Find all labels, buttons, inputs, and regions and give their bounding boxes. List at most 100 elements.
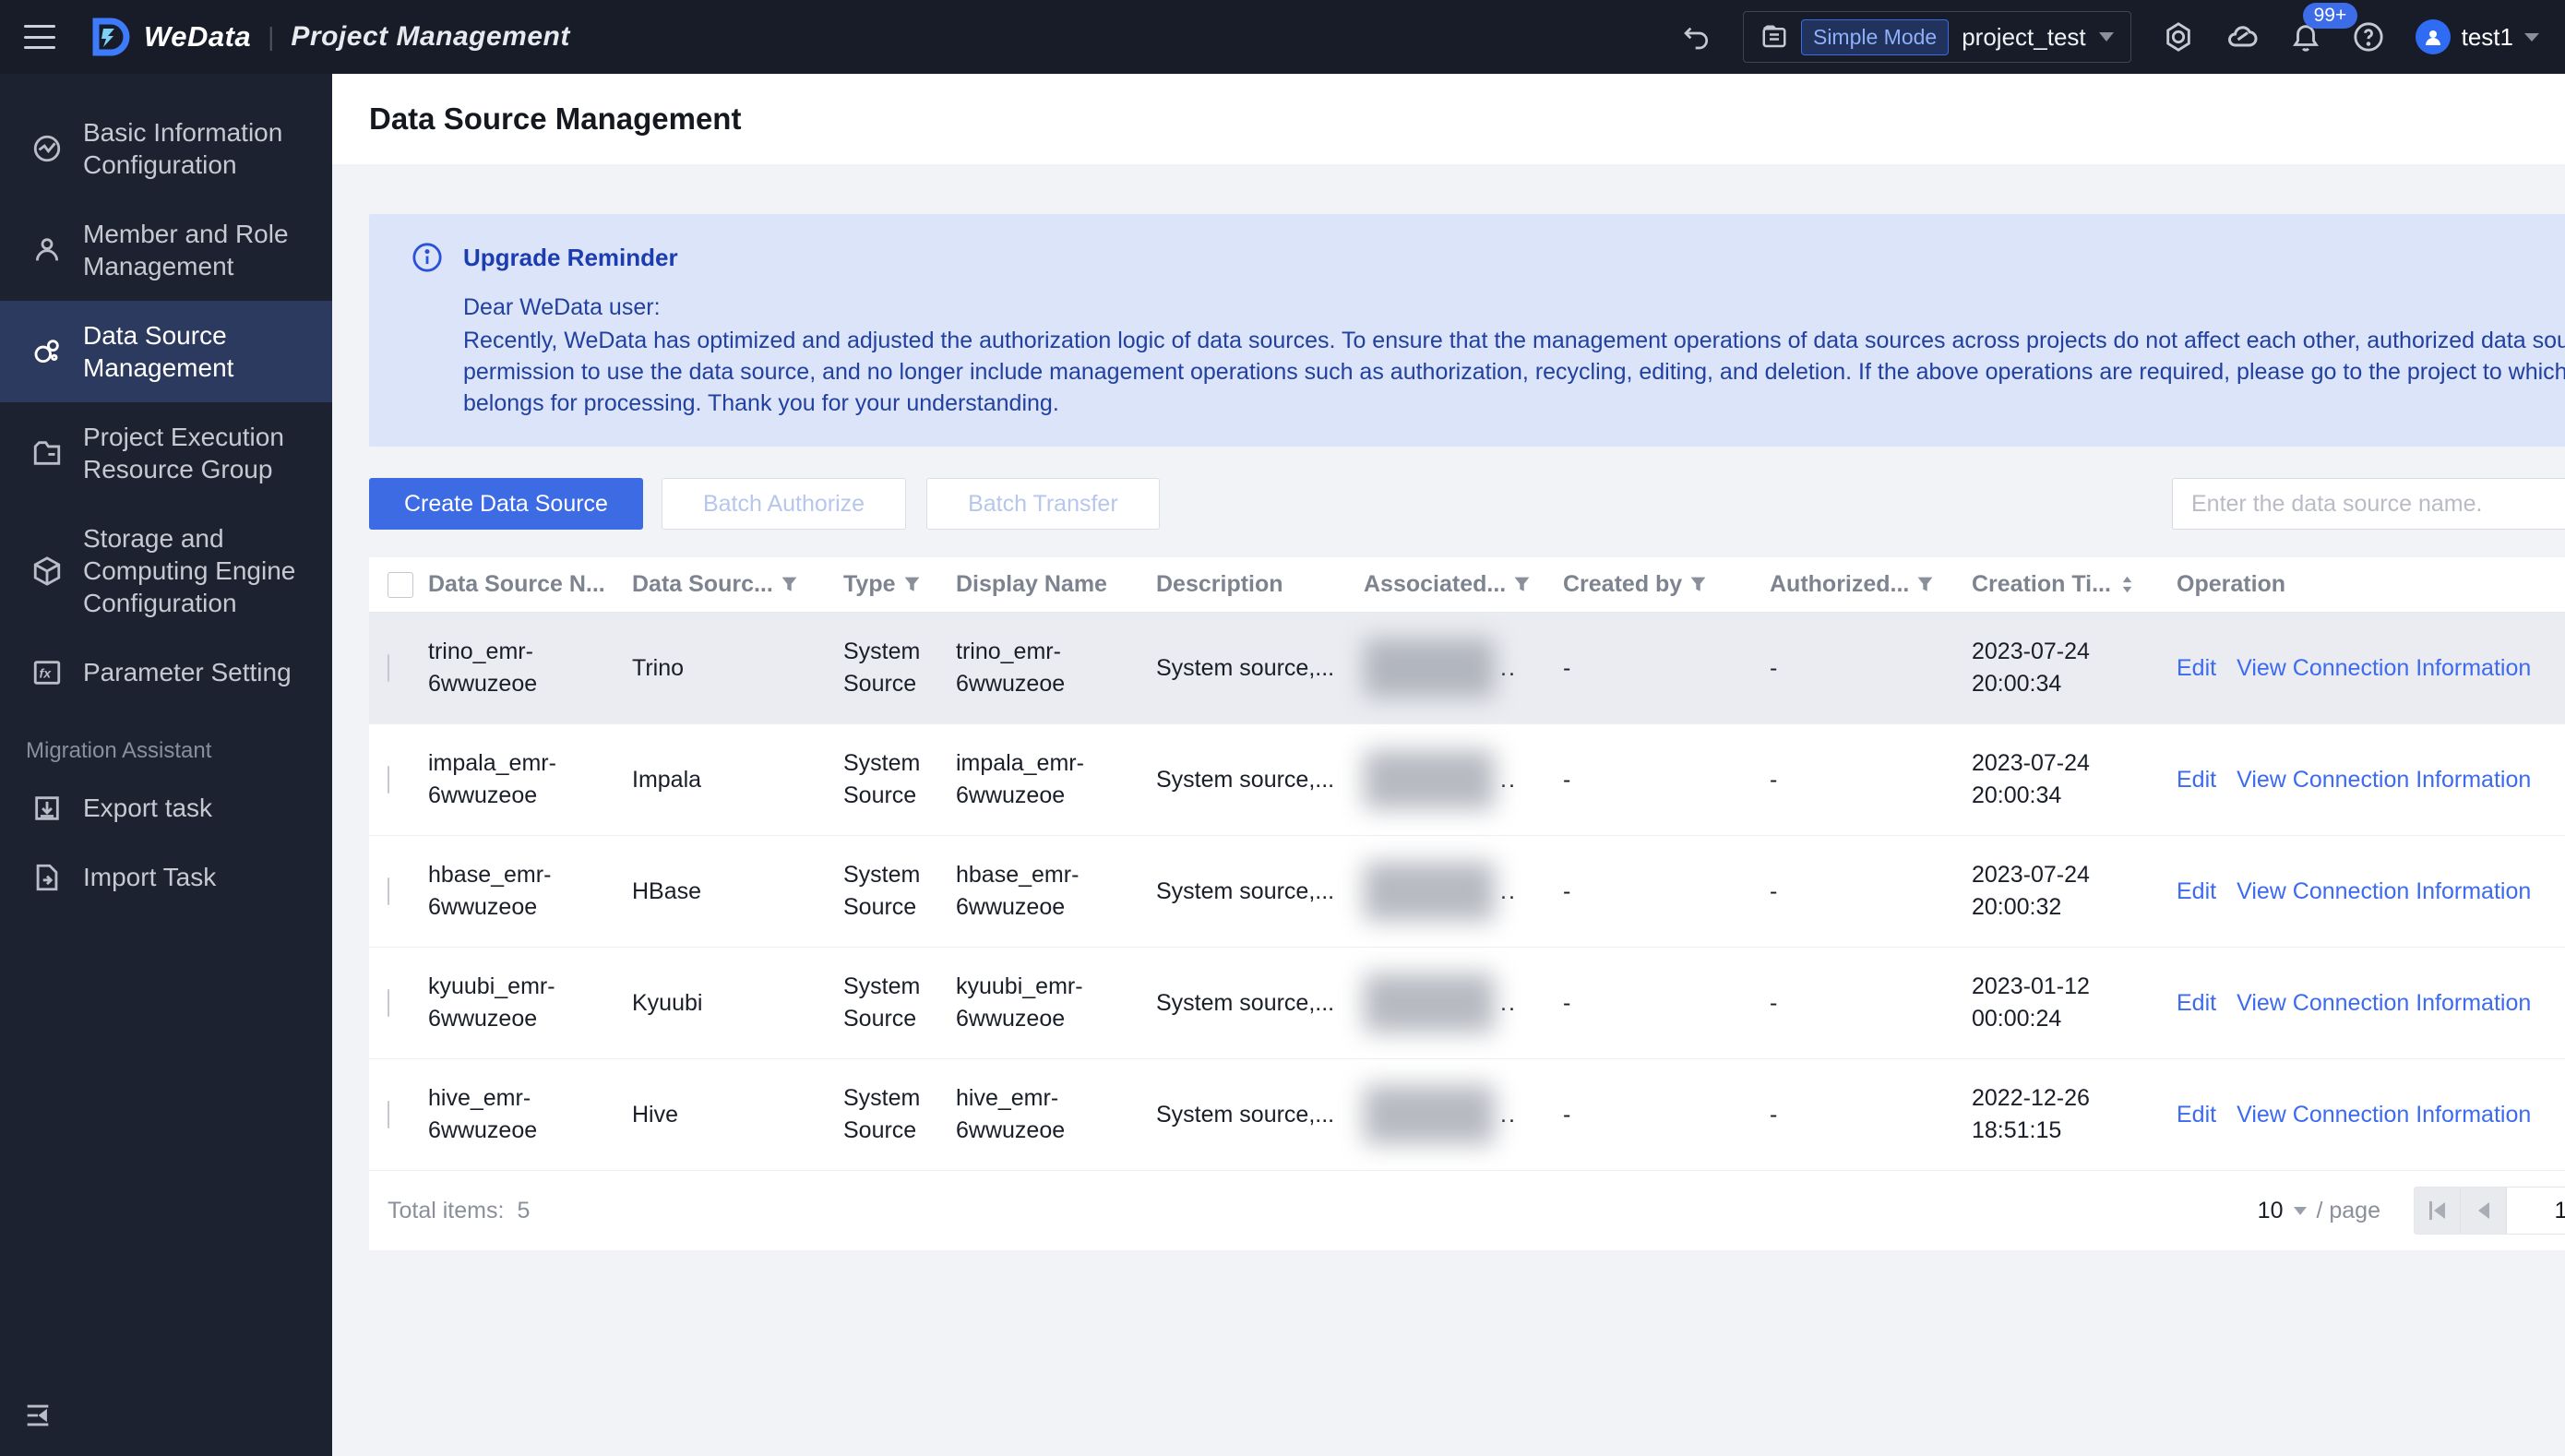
current-page-input[interactable]: 1 [2507, 1187, 2565, 1234]
per-page-label: / page [2316, 1197, 2380, 1223]
filter-icon[interactable] [1916, 576, 1934, 593]
view-connection-information-link[interactable]: View Connection Information [2237, 878, 2531, 904]
search-input[interactable] [2191, 490, 2565, 518]
row-checkbox[interactable] [388, 1100, 389, 1128]
edit-link[interactable]: Edit [2177, 1102, 2216, 1128]
column-header-creation-time[interactable]: Creation Ti... [1972, 571, 2177, 598]
cell-type: System Source [843, 862, 921, 920]
column-header-type[interactable]: Type [843, 571, 956, 598]
view-connection-information-link[interactable]: View Connection Information [2237, 1102, 2531, 1128]
cube-icon [33, 555, 61, 586]
row-checkbox[interactable] [388, 653, 389, 682]
table-row: kyuubi_emr-6wwuzeoe Kyuubi System Source… [369, 948, 2565, 1059]
row-checkbox[interactable] [388, 765, 389, 794]
table-row: hive_emr-6wwuzeoe Hive System Source hiv… [369, 1059, 2565, 1171]
cell-created-by: - [1563, 654, 1571, 681]
project-folder-icon [1762, 25, 1786, 48]
view-connection-information-link[interactable]: View Connection Information [2237, 990, 2531, 1016]
prev-page-button[interactable] [2461, 1187, 2507, 1234]
view-connection-information-link[interactable]: View Connection Information [2237, 655, 2531, 681]
filter-icon[interactable] [1513, 576, 1531, 593]
column-header-data-source-name: Data Source N... [428, 571, 605, 597]
row-checkbox[interactable] [388, 877, 389, 905]
edit-link[interactable]: Edit [2177, 990, 2216, 1016]
column-header-authorized[interactable]: Authorized... [1770, 571, 1972, 598]
column-header-created-by[interactable]: Created by [1563, 571, 1770, 598]
chevron-down-icon [2294, 1206, 2308, 1215]
cell-data-source-type: Kyuubi [632, 989, 703, 1016]
row-checkbox[interactable] [388, 988, 389, 1017]
cell-created-by: - [1563, 1101, 1571, 1128]
cell-data-source-type: HBase [632, 877, 702, 904]
column-header-data-source-type[interactable]: Data Sourc... [632, 571, 843, 598]
undo-icon[interactable] [1682, 22, 1712, 52]
sidebar-item-label: Data Source Management [83, 321, 234, 382]
cell-operation: Edit View Connection Information [2177, 1099, 2565, 1131]
cell-operation: Edit View Connection Information [2177, 652, 2565, 685]
cell-description: System source,... [1156, 766, 1335, 793]
cell-display-name: hive_emr-6wwuzeoe [956, 1085, 1066, 1143]
cell-associated-instance: .. [1364, 750, 1563, 809]
export-icon [35, 795, 59, 820]
search-box [2172, 478, 2565, 530]
help-icon[interactable] [2353, 21, 2384, 53]
sidebar-item-basic-information[interactable]: Basic Information Configuration [0, 98, 332, 199]
brand-name: WeData [144, 20, 252, 53]
cell-type: System Source [843, 1085, 921, 1143]
filter-icon[interactable] [903, 576, 921, 593]
edit-link[interactable]: Edit [2177, 878, 2216, 904]
cell-associated-instance: .. [1364, 973, 1563, 1032]
filter-icon[interactable] [1689, 576, 1707, 593]
batch-authorize-button[interactable]: Batch Authorize [661, 478, 907, 530]
brand-divider: | [268, 22, 275, 51]
cell-type: System Source [843, 638, 921, 697]
column-header-associated[interactable]: Associated... [1364, 571, 1563, 598]
cell-created-by: - [1563, 877, 1571, 904]
sidebar: Basic Information Configuration Member a… [0, 74, 332, 1456]
notifications-bell-icon[interactable]: 99+ [2290, 3, 2358, 53]
filter-icon[interactable] [781, 576, 798, 593]
sidebar-item-project-execution-resource-group[interactable]: Project Execution Resource Group [0, 402, 332, 504]
cell-data-source-type: Impala [632, 766, 702, 793]
hamburger-menu-icon[interactable] [24, 25, 55, 49]
cloud-icon[interactable] [2225, 20, 2259, 54]
cell-authorized: - [1770, 877, 1778, 904]
sort-icon[interactable] [2118, 576, 2136, 593]
cell-description: System source,... [1156, 989, 1335, 1016]
sidebar-item-export-task[interactable]: Export task [0, 773, 332, 842]
redacted-value [1364, 973, 1495, 1032]
user-menu[interactable]: test1 [2415, 19, 2539, 54]
cell-creation-time: 2022-12-26 18:51:15 [1972, 1085, 2090, 1143]
page-title: Data Source Management [369, 101, 742, 136]
sidebar-section-migration-assistant: Migration Assistant [26, 738, 212, 763]
title-band: Data Source Management [332, 74, 2565, 164]
settings-icon[interactable] [2163, 21, 2194, 53]
cell-data-source-name: trino_emr-6wwuzeoe [428, 638, 538, 697]
batch-transfer-button[interactable]: Batch Transfer [926, 478, 1160, 530]
cell-data-source-name: impala_emr-6wwuzeoe [428, 750, 556, 808]
collapse-sidebar-icon[interactable] [22, 1400, 54, 1436]
first-page-button[interactable] [2415, 1187, 2461, 1234]
edit-link[interactable]: Edit [2177, 655, 2216, 681]
user-chevron-down-icon [2524, 32, 2539, 42]
cell-authorized: - [1770, 766, 1778, 793]
page-size-select[interactable]: 10 [2258, 1198, 2308, 1224]
sidebar-item-data-source-management[interactable]: Data Source Management [0, 301, 332, 402]
view-connection-information-link[interactable]: View Connection Information [2237, 767, 2531, 793]
banner-title: Upgrade Reminder [463, 243, 678, 271]
project-selector[interactable]: Simple Mode project_test [1742, 11, 2131, 63]
sidebar-item-storage-computing-engine[interactable]: Storage and Computing Engine Configurati… [0, 504, 332, 638]
edit-link[interactable]: Edit [2177, 767, 2216, 793]
create-data-source-button[interactable]: Create Data Source [369, 478, 643, 530]
toolbar: Create Data Source Batch Authorize Batch… [369, 478, 2565, 530]
cell-data-source-type: Hive [632, 1101, 679, 1128]
cell-authorized: - [1770, 654, 1778, 681]
notification-count-badge: 99+ [2302, 3, 2358, 29]
select-all-checkbox[interactable] [388, 571, 413, 598]
data-source-table: Data Source N... Data Sourc... Type Disp… [369, 557, 2565, 1250]
gauge-icon [33, 135, 61, 162]
sidebar-item-parameter-setting[interactable]: fx Parameter Setting [0, 638, 332, 707]
info-icon [412, 243, 442, 272]
sidebar-item-member-role[interactable]: Member and Role Management [0, 199, 332, 301]
sidebar-item-import-task[interactable]: Import Task [0, 842, 332, 912]
